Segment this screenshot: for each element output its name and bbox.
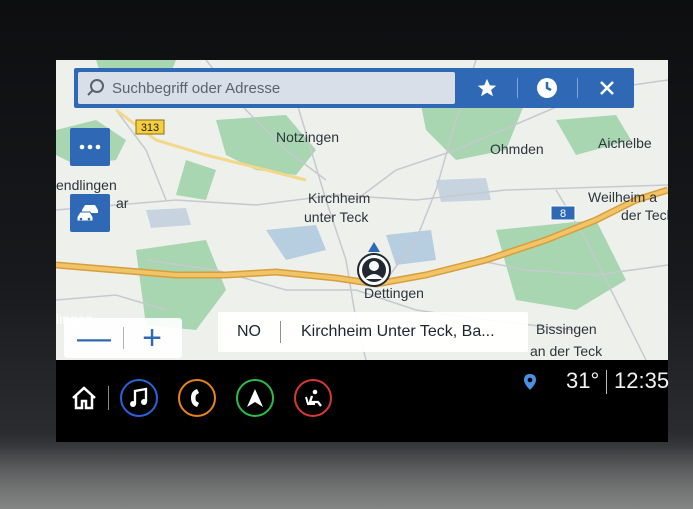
traffic-car-icon — [77, 205, 98, 222]
lower-bezel-glare — [0, 445, 693, 509]
info-divider — [280, 321, 281, 343]
map-label-wendlingen: endlingen — [56, 177, 117, 193]
map-label-bissingen: Bissingen — [536, 321, 597, 337]
map-menu-button[interactable] — [70, 128, 110, 166]
current-address: Kirchheim Unter Teck, Ba... — [301, 323, 495, 340]
home-button[interactable] — [66, 380, 102, 416]
map-label-weilheim: Weilheim a — [588, 189, 657, 205]
clock-icon — [537, 78, 557, 98]
search-input[interactable]: Suchbegriff oder Adresse — [78, 72, 455, 104]
search-icon — [87, 79, 104, 96]
toolbar-divider — [517, 78, 518, 98]
map-label-der-teck: der Teck — [621, 207, 668, 223]
clock-time[interactable]: 12:35 — [614, 368, 669, 394]
traffic-button[interactable] — [70, 194, 110, 232]
phone-icon — [191, 389, 199, 407]
infotainment-screen: 313 8 Notzingen Ohmden Aichelbe Kirchhei… — [56, 60, 668, 360]
zoom-in-button[interactable]: + — [124, 318, 180, 358]
navigation-app-button[interactable] — [236, 379, 274, 417]
close-icon — [600, 81, 614, 95]
bottom-app-bar: 31° 12:35 — [56, 360, 669, 442]
location-pin-icon — [524, 374, 536, 390]
zoom-controls: — + — [64, 318, 182, 358]
more-dots-icon — [79, 144, 101, 150]
map-label-ohmden: Ohmden — [490, 141, 544, 157]
navigation-arrow-icon — [247, 389, 263, 407]
music-app-button[interactable] — [120, 379, 158, 417]
climate-app-button[interactable] — [294, 379, 332, 417]
map-label-unter-teck: unter Teck — [304, 209, 369, 225]
status-divider — [606, 370, 607, 394]
star-icon — [477, 78, 497, 97]
location-info-bar[interactable]: NO Kirchheim Unter Teck, Ba... — [218, 312, 528, 352]
music-note-icon — [130, 387, 148, 407]
map-label-notzingen: Notzingen — [276, 129, 339, 145]
map-label-dettingen: Dettingen — [364, 285, 424, 301]
home-divider — [108, 386, 109, 410]
toolbar-divider — [577, 78, 578, 98]
search-placeholder: Suchbegriff oder Adresse — [112, 79, 281, 97]
outside-temperature: 31° — [566, 368, 600, 393]
search-bar: Suchbegriff oder Adresse — [74, 68, 634, 108]
map-label-wendlingen-ar: ar — [116, 195, 129, 211]
zoom-out-button[interactable]: — — [66, 318, 122, 358]
close-button[interactable] — [587, 72, 627, 104]
home-icon — [72, 386, 96, 410]
map-label-kirchheim: Kirchheim — [308, 190, 370, 206]
road-shield-b313-label: 313 — [141, 122, 159, 134]
seat-icon — [305, 389, 322, 407]
heading-direction: NO — [237, 323, 261, 340]
favorites-button[interactable] — [467, 72, 507, 104]
road-shield-a8-label: 8 — [560, 208, 566, 220]
map-label-aichelberg: Aichelbe — [598, 135, 652, 151]
recent-destinations-button[interactable] — [527, 72, 567, 104]
phone-app-button[interactable] — [178, 379, 216, 417]
map-label-an-der-teck: an der Teck — [530, 343, 603, 359]
location-status — [523, 373, 537, 396]
